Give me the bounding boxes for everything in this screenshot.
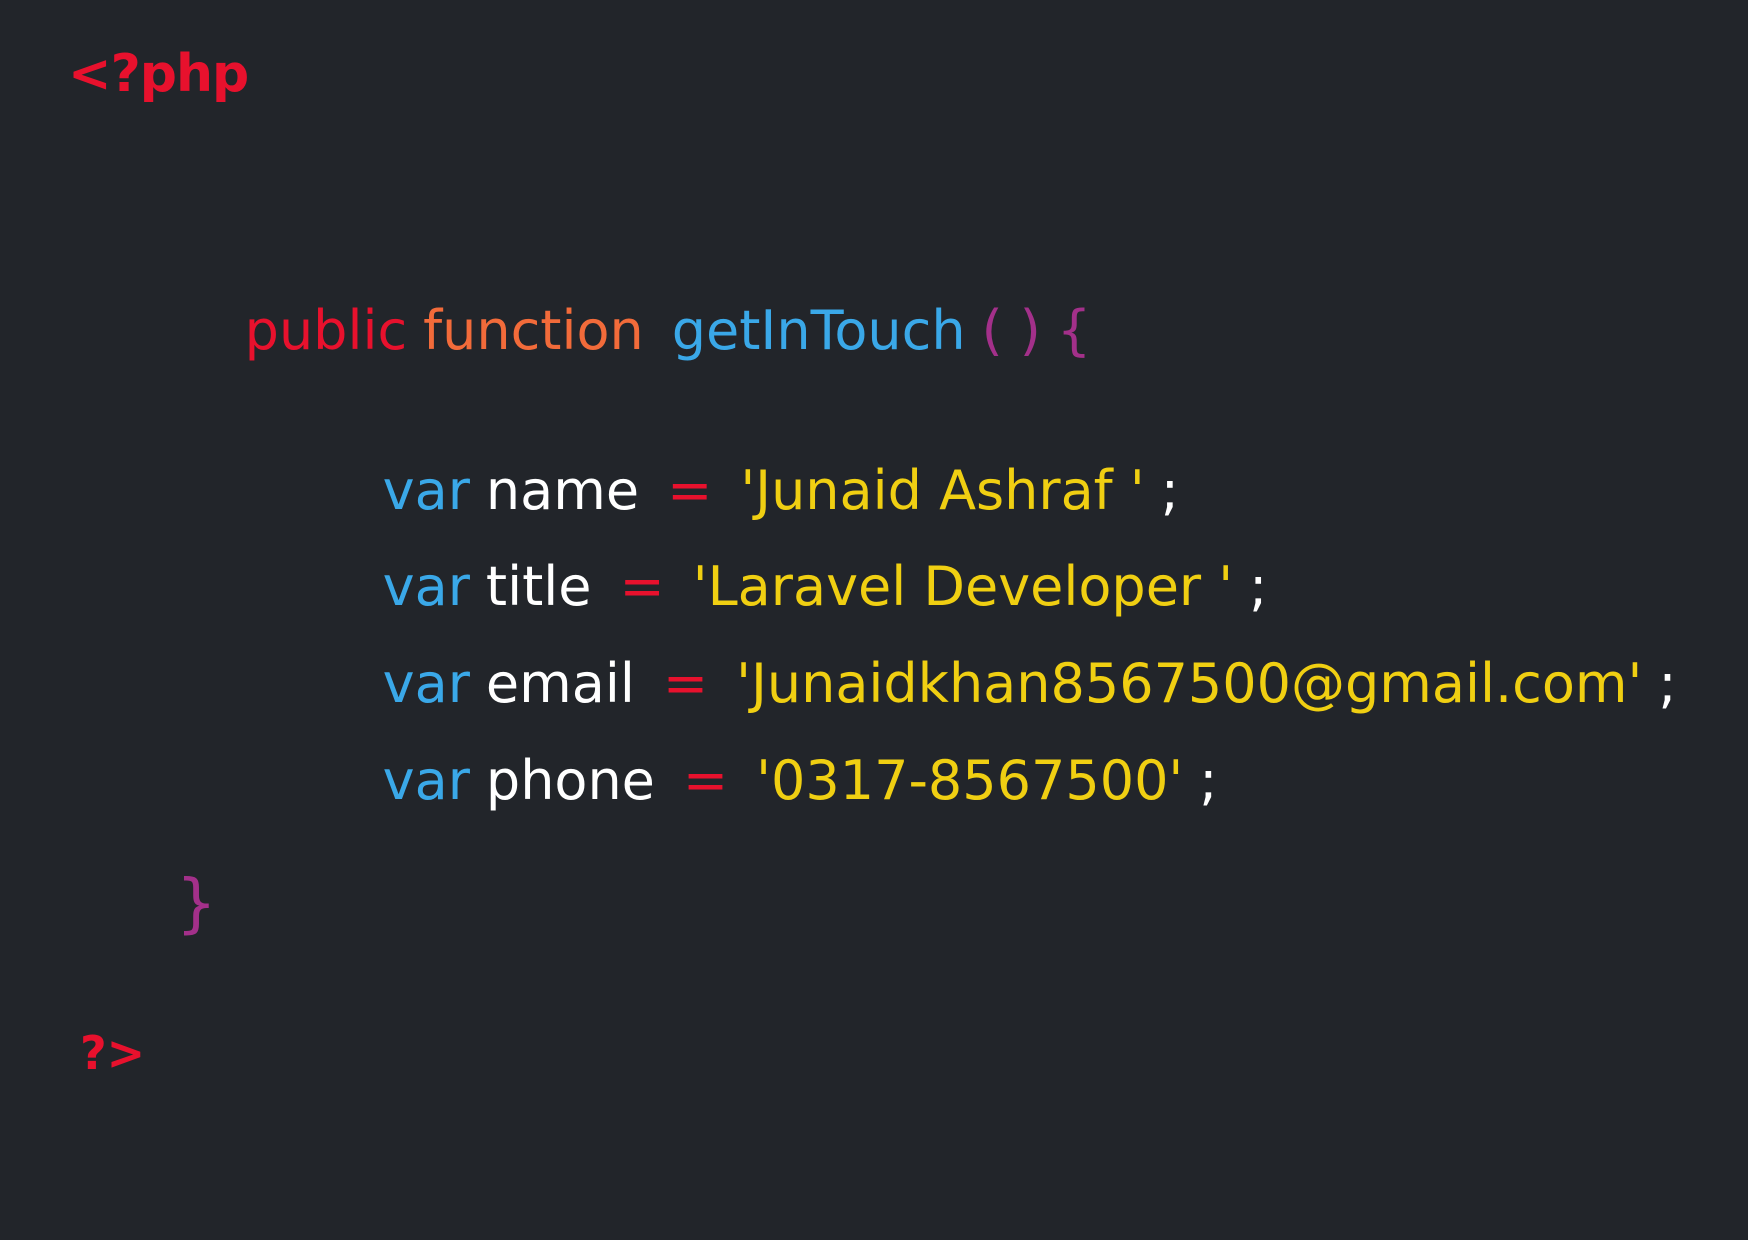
var-identifier: phone (485, 749, 655, 812)
function-signature: public function getInTouch( ){ (176, 250, 1092, 412)
assign-operator: = (682, 749, 729, 812)
modifier-public: public (244, 299, 408, 362)
function-params: ( ) (981, 299, 1041, 362)
semicolon: ; (1658, 652, 1677, 715)
keyword-function: function (423, 299, 644, 362)
function-open-brace: { (1056, 299, 1092, 362)
var-keyword: var (382, 749, 470, 812)
php-close-tag: ?> (80, 1026, 146, 1080)
php-open-tag: <?php (68, 44, 249, 104)
var-declaration-phone: var phone = '0317-8567500'; (314, 700, 1218, 862)
string-value: '0317-8567500' (756, 749, 1184, 812)
function-close-brace: } (176, 867, 217, 941)
function-name: getInTouch (671, 299, 966, 362)
semicolon: ; (1199, 749, 1218, 812)
code-canvas: <?php public function getInTouch( ){ var na… (0, 0, 1748, 1240)
